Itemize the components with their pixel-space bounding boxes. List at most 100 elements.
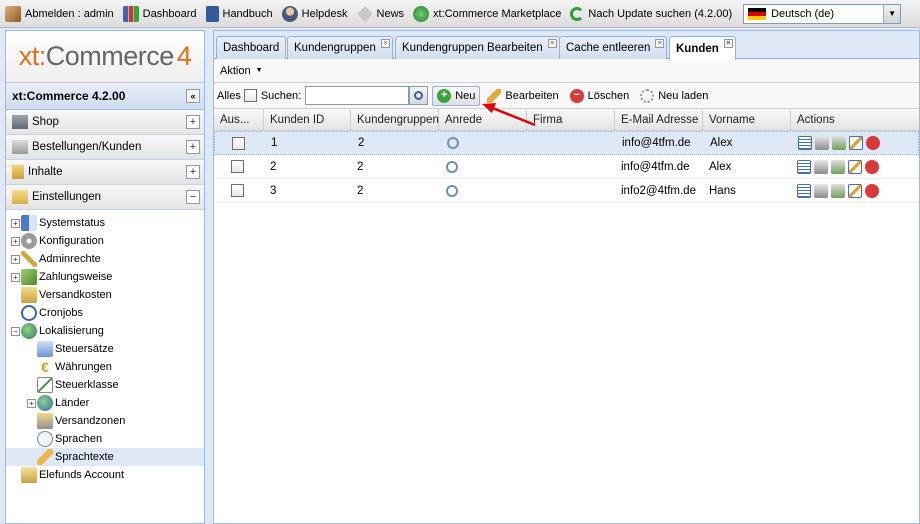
- edit-icon[interactable]: [848, 183, 862, 198]
- accordion-label: Bestellungen/Kunden: [32, 141, 142, 153]
- tab-kunden[interactable]: Kunden ×: [669, 36, 736, 60]
- helpdesk-link[interactable]: Helpdesk: [281, 5, 348, 22]
- accordion-label: Inhalte: [28, 166, 63, 178]
- expand-icon[interactable]: +: [11, 236, 20, 246]
- delete-icon[interactable]: [865, 183, 879, 198]
- tree-node-adminrechte[interactable]: + Adminrechte: [6, 250, 204, 268]
- tree-node-konfiguration[interactable]: + Konfiguration: [6, 232, 204, 250]
- action-menu[interactable]: Aktion ▼: [220, 65, 263, 77]
- update-check-link[interactable]: Nach Update suchen (4.2.00): [570, 6, 732, 21]
- column-header-kunden-id[interactable]: Kunden ID: [264, 109, 351, 130]
- xtcommerce-logo: xt: Commerce 4: [6, 31, 204, 83]
- chevron-down-icon[interactable]: ▼: [883, 4, 901, 23]
- news-link[interactable]: News: [356, 5, 404, 22]
- print-icon[interactable]: [814, 183, 828, 198]
- details-icon[interactable]: [797, 159, 811, 174]
- tab-cache-entleeren[interactable]: Cache entleeren ×: [559, 36, 668, 59]
- new-button-label: Neu: [455, 89, 476, 102]
- details-icon[interactable]: [797, 183, 811, 198]
- accordion-content[interactable]: Inhalte +: [6, 160, 204, 185]
- row-checkbox[interactable]: [231, 160, 244, 173]
- marketplace-link[interactable]: xt:Commerce Marketplace: [413, 5, 561, 22]
- edit-icon[interactable]: [848, 159, 862, 174]
- accordion-orders-customers[interactable]: Bestellungen/Kunden +: [6, 135, 204, 160]
- expand-icon[interactable]: +: [186, 115, 200, 129]
- select-all-checkbox[interactable]: [243, 89, 257, 102]
- tree-node-steuerklasse[interactable]: Steuerklasse: [6, 376, 204, 394]
- tree-node-sprachtexte[interactable]: Sprachtexte: [6, 448, 204, 466]
- print-icon[interactable]: [814, 159, 828, 174]
- close-icon[interactable]: ×: [547, 39, 557, 48]
- new-button[interactable]: + Neu: [432, 85, 481, 106]
- tree-node-laender[interactable]: + Länder: [6, 394, 204, 412]
- expand-icon[interactable]: +: [27, 398, 36, 408]
- cell-firma: [527, 155, 615, 178]
- collapse-sidebar-button[interactable]: «: [186, 89, 200, 103]
- close-icon[interactable]: ×: [723, 39, 733, 48]
- search-button[interactable]: [409, 86, 429, 105]
- language-select[interactable]: Deutsch (de) ▼: [743, 3, 902, 24]
- tab-dashboard[interactable]: Dashboard: [216, 36, 287, 59]
- tree-node-steuersaetze[interactable]: Steuersätze: [6, 340, 204, 358]
- delete-button[interactable]: − Löschen: [566, 86, 634, 106]
- close-icon[interactable]: ×: [655, 39, 665, 48]
- delete-icon[interactable]: [866, 136, 880, 150]
- table-row[interactable]: 1 2 info@4tfm.de Alex: [214, 131, 919, 155]
- accordion-shop[interactable]: Shop +: [6, 110, 204, 135]
- print-icon[interactable]: [815, 136, 829, 150]
- dashboard-chart-icon: [122, 5, 139, 22]
- tree-node-label: Sprachtexte: [55, 451, 114, 463]
- search-input[interactable]: [305, 86, 410, 105]
- tree-node-systemstatus[interactable]: + Systemstatus: [6, 214, 204, 232]
- close-icon[interactable]: ×: [380, 39, 390, 48]
- column-header-vorname[interactable]: Vorname: [703, 109, 791, 130]
- add-address-icon[interactable]: [831, 159, 845, 174]
- column-header-select[interactable]: Aus...: [214, 109, 264, 130]
- tree-node-cronjobs[interactable]: Cronjobs: [6, 304, 204, 322]
- logo-xt: xt: [18, 41, 40, 71]
- tab-kundengruppen[interactable]: Kundengruppen ×: [287, 36, 393, 59]
- chevron-down-icon: ▼: [255, 67, 263, 74]
- expand-icon[interactable]: +: [11, 272, 20, 282]
- left-sidebar: xt: Commerce 4 xt:Commerce 4.2.00 « Shop +…: [5, 30, 205, 524]
- expand-icon[interactable]: +: [11, 254, 20, 264]
- add-address-icon[interactable]: [832, 136, 846, 150]
- edit-icon[interactable]: [849, 136, 863, 150]
- reload-button-label: Neu laden: [658, 89, 709, 102]
- column-title: E-Mail Adresse: [621, 113, 699, 126]
- cell-firma: [527, 179, 615, 202]
- column-title: Vorname: [709, 113, 756, 126]
- handbook-link[interactable]: Handbuch: [205, 5, 273, 22]
- tab-kundengruppen-bearbeiten[interactable]: Kundengruppen Bearbeiten ×: [395, 36, 560, 59]
- add-address-icon[interactable]: [831, 183, 845, 198]
- tree-node-sprachen[interactable]: Sprachen: [6, 430, 204, 448]
- column-header-firma[interactable]: Firma: [527, 109, 615, 130]
- row-checkbox[interactable]: [231, 184, 244, 197]
- accordion-settings[interactable]: Einstellungen −: [6, 185, 204, 210]
- tree-node-versandzonen[interactable]: Versandzonen: [6, 412, 204, 430]
- details-icon[interactable]: [798, 136, 812, 150]
- delete-icon[interactable]: [865, 159, 879, 174]
- table-row[interactable]: 3 2 info2@4tfm.de Hans: [214, 179, 919, 203]
- tree-node-waehrungen[interactable]: € Währungen: [6, 358, 204, 376]
- expand-icon[interactable]: +: [186, 140, 200, 154]
- dashboard-link[interactable]: Dashboard: [122, 5, 197, 22]
- tree-node-elefunds[interactable]: Elefunds Account: [6, 466, 204, 484]
- tree-node-lokalisierung[interactable]: − Lokalisierung: [6, 322, 204, 340]
- currency-euro-icon: €: [41, 359, 49, 375]
- tree-node-label: Lokalisierung: [39, 325, 104, 337]
- countries-globe-icon: [37, 395, 53, 411]
- row-checkbox[interactable]: [232, 136, 245, 150]
- tree-node-zahlungsweise[interactable]: + Zahlungsweise: [6, 268, 204, 286]
- reload-button[interactable]: Neu laden: [636, 86, 712, 106]
- column-header-email[interactable]: E-Mail Adresse: [615, 109, 703, 130]
- collapse-icon[interactable]: −: [11, 326, 20, 336]
- logout-link[interactable]: Abmelden : admin: [5, 5, 114, 22]
- german-flag-icon: [748, 7, 767, 20]
- collapse-icon[interactable]: −: [186, 190, 200, 204]
- expand-icon[interactable]: +: [11, 218, 20, 228]
- expand-icon[interactable]: +: [186, 165, 200, 179]
- tree-node-versandkosten[interactable]: Versandkosten: [6, 286, 204, 304]
- table-row[interactable]: 2 2 info@4tfm.de Alex: [214, 155, 919, 179]
- column-header-kundengruppen[interactable]: Kundengruppen: [351, 109, 439, 130]
